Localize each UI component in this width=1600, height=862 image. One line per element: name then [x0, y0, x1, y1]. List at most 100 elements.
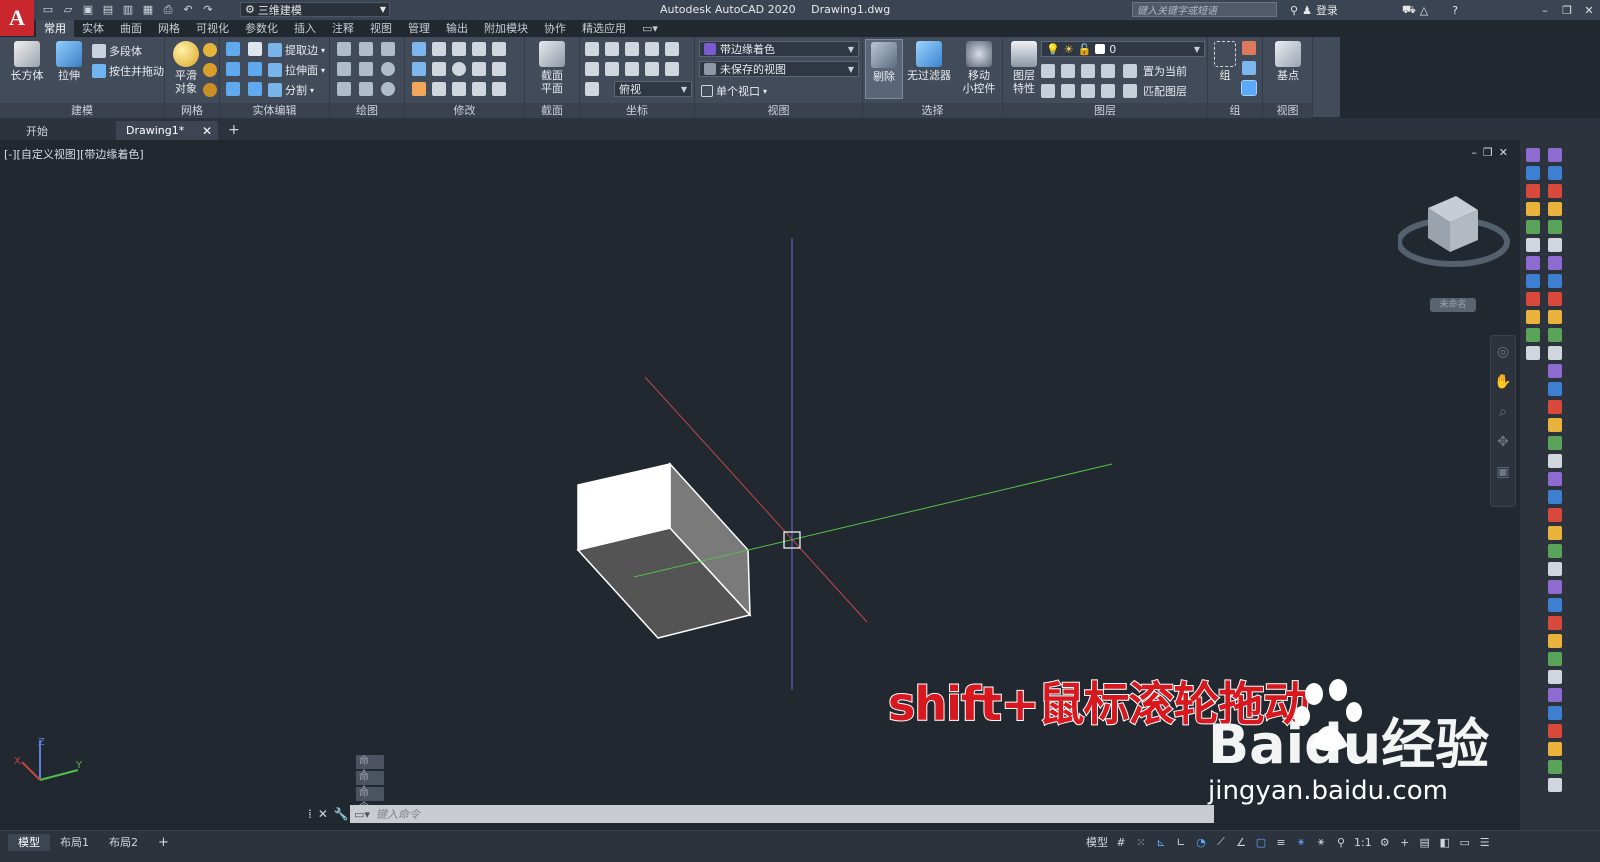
toolbar-tool-icon[interactable]: [1526, 292, 1540, 306]
toolbar-tool-icon[interactable]: [1548, 526, 1562, 540]
extract-edges-button[interactable]: 提取边 ▾: [268, 42, 325, 58]
command-input[interactable]: ▭▾ 键入命令: [350, 805, 1214, 823]
trim-icon[interactable]: [492, 42, 506, 56]
saved-view-dropdown[interactable]: 未保存的视图 ▼: [699, 61, 859, 77]
ucs-face-icon[interactable]: [585, 62, 599, 76]
polar-tracking-icon[interactable]: ◔: [1194, 834, 1208, 850]
ribbon-tab-1[interactable]: 实体: [74, 20, 112, 37]
set-current-button[interactable]: 置为当前: [1143, 63, 1187, 79]
toolbar-tool-icon[interactable]: [1548, 580, 1562, 594]
align-icon[interactable]: [412, 42, 426, 56]
close-icon[interactable]: ✕: [202, 124, 212, 138]
toolbar-tool-icon[interactable]: [1548, 400, 1562, 414]
intersect-icon[interactable]: [226, 82, 240, 96]
extrude-button[interactable]: 拉伸: [50, 41, 88, 82]
mesh-smooth-more-icon[interactable]: [203, 43, 217, 57]
toolbar-tool-icon[interactable]: [1548, 634, 1562, 648]
steering-wheel-icon[interactable]: ◎: [1497, 344, 1509, 360]
orbit-icon[interactable]: ✥: [1497, 434, 1509, 450]
panel-title-coordinates[interactable]: 坐标: [580, 103, 694, 118]
toolbar-tool-icon[interactable]: [1526, 346, 1540, 360]
drag-handle-icon[interactable]: ⁞: [308, 807, 312, 821]
group-select-icon[interactable]: [1241, 80, 1257, 96]
3d-mirror-icon[interactable]: [432, 82, 446, 96]
panel-title-modify[interactable]: 修改: [405, 103, 524, 118]
viewcube[interactable]: [1398, 190, 1518, 280]
ortho-icon[interactable]: ∟: [1174, 834, 1188, 850]
panel-title-mesh[interactable]: 网格: [165, 103, 219, 118]
union-icon[interactable]: [226, 42, 240, 56]
help-icon[interactable]: ?: [1452, 4, 1458, 17]
toolbar-tool-icon[interactable]: [1548, 436, 1562, 450]
layer-lock-icon[interactable]: [1101, 64, 1115, 78]
ucs-3point-icon[interactable]: [625, 62, 639, 76]
minimize-icon[interactable]: –: [1534, 0, 1556, 20]
arc-icon[interactable]: [381, 42, 395, 56]
new-layout-icon[interactable]: +: [148, 834, 179, 851]
toolbar-tool-icon[interactable]: [1548, 706, 1562, 720]
array-icon[interactable]: [432, 62, 446, 76]
ribbon-tab-5[interactable]: 参数化: [237, 20, 286, 37]
line-icon[interactable]: [337, 42, 351, 56]
mesh-smooth-less-icon[interactable]: [203, 63, 217, 77]
zoom-extents-icon[interactable]: ⌕: [1499, 404, 1507, 420]
ucs-y-icon[interactable]: [645, 42, 659, 56]
grid-icon[interactable]: #: [1114, 834, 1128, 850]
toolbar-tool-icon[interactable]: [1548, 778, 1562, 792]
toolbar-tool-icon[interactable]: [1526, 238, 1540, 252]
toolbar-tool-icon[interactable]: [1548, 274, 1562, 288]
smooth-object-button[interactable]: 平滑 对象: [167, 41, 205, 95]
toolbar-tool-icon[interactable]: [1548, 184, 1562, 198]
slice-icon[interactable]: [248, 62, 262, 76]
toolbar-tool-icon[interactable]: [1548, 148, 1562, 162]
layer-properties-button[interactable]: 图层 特性: [1005, 41, 1043, 95]
move-icon[interactable]: [452, 42, 466, 56]
group-edit-icon[interactable]: [1242, 61, 1256, 75]
ucs-object-icon[interactable]: [585, 82, 599, 96]
toolbar-tool-icon[interactable]: [1548, 598, 1562, 612]
new-file-icon[interactable]: ▭: [40, 2, 56, 17]
ucs-icon[interactable]: [585, 42, 599, 56]
workspace-switcher[interactable]: ⚙ 三维建模 ▼: [240, 2, 390, 17]
toolbar-tool-icon[interactable]: [1548, 202, 1562, 216]
erase-icon[interactable]: [412, 82, 426, 96]
layer-walk-icon[interactable]: [1101, 84, 1115, 98]
layout-tab-0[interactable]: 模型: [8, 834, 50, 851]
circle-icon[interactable]: [381, 62, 395, 76]
share-icon[interactable]: △: [1420, 4, 1428, 17]
ribbon-tab-9[interactable]: 管理: [400, 20, 438, 37]
toolbar-tool-icon[interactable]: [1526, 220, 1540, 234]
panel-title-view[interactable]: 视图: [695, 103, 862, 118]
fillet-icon[interactable]: [492, 62, 506, 76]
ribbon-tab-4[interactable]: 可视化: [188, 20, 237, 37]
toolbar-tool-icon[interactable]: [1548, 562, 1562, 576]
restore-icon[interactable]: ❐: [1556, 0, 1578, 20]
ucs-world-icon[interactable]: [605, 42, 619, 56]
redo-icon[interactable]: ↷: [200, 2, 216, 17]
toolbar-tool-icon[interactable]: [1526, 274, 1540, 288]
layer-off-icon[interactable]: [1061, 64, 1075, 78]
object-snap-tracking-icon[interactable]: ∠: [1234, 834, 1248, 850]
toolbar-tool-icon[interactable]: [1548, 256, 1562, 270]
customize-menu-icon[interactable]: ☰: [1478, 834, 1492, 850]
ucs-view-icon[interactable]: [665, 62, 679, 76]
panel-title-draw[interactable]: 绘图: [330, 103, 404, 118]
scale-icon[interactable]: [472, 62, 486, 76]
panel-title-layers[interactable]: 图层: [1003, 103, 1207, 118]
mirror-icon[interactable]: [472, 42, 486, 56]
layer-thaw-icon[interactable]: [1061, 84, 1075, 98]
stretch-icon[interactable]: [452, 82, 466, 96]
ribbon-tab-11[interactable]: 附加模块: [476, 20, 536, 37]
publish-icon[interactable]: ▥: [120, 2, 136, 17]
panel-title-section[interactable]: 截面: [525, 103, 579, 118]
cart-icon[interactable]: ⛟: [1402, 3, 1416, 18]
close-icon[interactable]: ✕: [1578, 0, 1600, 20]
toolbar-tool-icon[interactable]: [1548, 616, 1562, 630]
ellipse-icon[interactable]: [381, 82, 395, 96]
ucs-x-icon[interactable]: [625, 42, 639, 56]
rotate-icon[interactable]: [452, 62, 466, 76]
close-icon[interactable]: ✕: [318, 807, 328, 821]
move-gizmo-button[interactable]: 移动 小控件: [957, 41, 1001, 95]
toolbar-tool-icon[interactable]: [1526, 310, 1540, 324]
toolbar-tool-icon[interactable]: [1548, 670, 1562, 684]
